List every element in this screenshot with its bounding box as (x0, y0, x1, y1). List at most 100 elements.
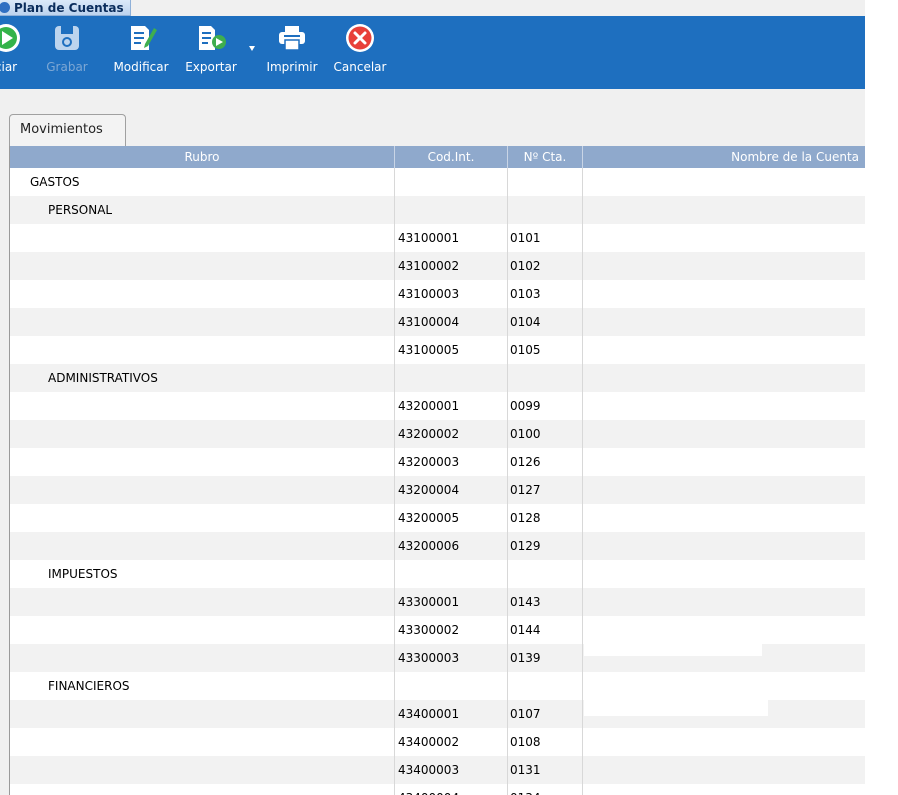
cod-int-cell (398, 168, 506, 196)
tab-movimientos[interactable]: Movimientos (9, 114, 126, 146)
cod-int-cell: 43200002 (398, 427, 460, 441)
nombre-cuenta-cell (583, 476, 865, 504)
print-button-label: Imprimir (266, 60, 318, 74)
rubro-cell (10, 644, 370, 672)
cancel-button[interactable]: Cancelar (330, 22, 390, 86)
table-row[interactable]: 43200002 0100 (10, 420, 865, 448)
cod-int-cell: 43200003 (398, 455, 460, 469)
table-row[interactable]: 43200005 0128 (10, 504, 865, 532)
nombre-cuenta-cell (583, 392, 865, 420)
print-button[interactable]: Imprimir (264, 22, 320, 86)
save-button[interactable]: Grabar (46, 22, 88, 86)
window-tab-title: Plan de Cuentas (14, 0, 124, 15)
table-row[interactable]: 43200004 0127 (10, 476, 865, 504)
column-header-nombre-cuenta[interactable]: Nombre de la Cuenta (583, 146, 865, 168)
tree-group-row[interactable]: ADMINISTRATIVOS (10, 364, 865, 392)
nro-cta-cell (510, 168, 580, 196)
nro-cta-cell: 0144 (510, 623, 541, 637)
nombre-cuenta-cell (583, 308, 865, 336)
nro-cta-cell: 0131 (510, 763, 541, 777)
cod-int-cell: 43400003 (398, 763, 460, 777)
rubro-cell (10, 280, 370, 308)
rubro-cell (10, 616, 370, 644)
grid-left-border (0, 146, 10, 795)
app-icon (0, 2, 10, 13)
nro-cta-cell: 0143 (510, 595, 541, 609)
cod-int-cell (398, 672, 506, 700)
cancel-button-label: Cancelar (333, 60, 387, 74)
nombre-cuenta-cell (583, 448, 865, 476)
table-row[interactable]: 43200001 0099 (10, 392, 865, 420)
table-row[interactable]: 43100005 0105 (10, 336, 865, 364)
cod-int-cell: 43100002 (398, 259, 460, 273)
nro-cta-cell: 0104 (510, 315, 541, 329)
play-icon (0, 24, 20, 52)
table-row[interactable]: 43300001 0143 (10, 588, 865, 616)
rubro-cell (10, 700, 370, 728)
nro-cta-cell (510, 364, 580, 392)
window-tab-plan-de-cuentas[interactable]: Plan de Cuentas (0, 0, 131, 16)
table-row[interactable]: 43200006 0129 (10, 532, 865, 560)
rubro-cell (10, 588, 370, 616)
table-row[interactable]: 43400003 0131 (10, 756, 865, 784)
rubro-cell: ADMINISTRATIVOS (48, 371, 158, 385)
rubro-cell (10, 420, 370, 448)
save-icon (55, 26, 79, 50)
edit-icon (131, 26, 157, 50)
rubro-cell (10, 728, 370, 756)
rubro-cell: IMPUESTOS (48, 567, 118, 581)
export-dropdown-arrow-icon[interactable] (249, 46, 255, 52)
column-header-cod-int[interactable]: Cod.Int. (395, 146, 508, 168)
table-row[interactable]: 43400004 0134 (10, 784, 865, 795)
tree-group-row[interactable]: IMPUESTOS (10, 560, 865, 588)
export-button[interactable]: Exportar (180, 22, 242, 86)
table-row[interactable]: 43100002 0102 (10, 252, 865, 280)
modify-button[interactable]: Modificar (110, 22, 172, 86)
table-row[interactable]: 43100001 0101 (10, 224, 865, 252)
cod-int-cell: 43200005 (398, 511, 460, 525)
rubro-cell: GASTOS (30, 175, 80, 189)
start-button[interactable]: ciar (0, 22, 26, 86)
column-header-nro-cta[interactable]: Nº Cta. (508, 146, 583, 168)
rubro-cell (10, 224, 370, 252)
nombre-cuenta-cell (583, 336, 865, 364)
nro-cta-cell: 0105 (510, 343, 541, 357)
nro-cta-cell: 0128 (510, 511, 541, 525)
table-row[interactable]: 43200003 0126 (10, 448, 865, 476)
cod-int-cell: 43300003 (398, 651, 460, 665)
redacted-cell (584, 644, 762, 656)
right-margin (865, 0, 898, 795)
cod-int-cell: 43400002 (398, 735, 460, 749)
cod-int-cell: 43300002 (398, 623, 460, 637)
tree-group-row[interactable]: GASTOS (10, 168, 865, 196)
nro-cta-cell: 0099 (510, 399, 541, 413)
nro-cta-cell: 0129 (510, 539, 541, 553)
nro-cta-cell: 0101 (510, 231, 541, 245)
cod-int-cell: 43300001 (398, 595, 460, 609)
table-row[interactable]: 43100004 0104 (10, 308, 865, 336)
window-tab-bar: Plan de Cuentas (0, 0, 898, 16)
column-header-rubro[interactable]: Rubro (10, 146, 395, 168)
export-button-label: Exportar (185, 60, 237, 74)
nro-cta-cell (510, 560, 580, 588)
close-icon (346, 24, 374, 52)
cod-int-cell: 43100004 (398, 315, 460, 329)
tab-movimientos-label: Movimientos (20, 122, 103, 137)
tree-group-row[interactable]: PERSONAL (10, 196, 865, 224)
modify-button-label: Modificar (113, 60, 169, 74)
cod-int-cell: 43200006 (398, 539, 460, 553)
nro-cta-cell: 0108 (510, 735, 541, 749)
column-divider (582, 168, 583, 795)
nombre-cuenta-cell (583, 784, 865, 795)
tree-group-row[interactable]: FINANCIEROS (10, 672, 865, 700)
nro-cta-cell: 0102 (510, 259, 541, 273)
table-row[interactable]: 43300002 0144 (10, 616, 865, 644)
printer-icon (279, 26, 305, 51)
rubro-cell (10, 392, 370, 420)
table-row[interactable]: 43400002 0108 (10, 728, 865, 756)
cod-int-cell: 43200001 (398, 399, 460, 413)
nro-cta-cell (510, 196, 580, 224)
save-button-label: Grabar (46, 60, 88, 74)
column-divider (507, 168, 508, 795)
table-row[interactable]: 43100003 0103 (10, 280, 865, 308)
